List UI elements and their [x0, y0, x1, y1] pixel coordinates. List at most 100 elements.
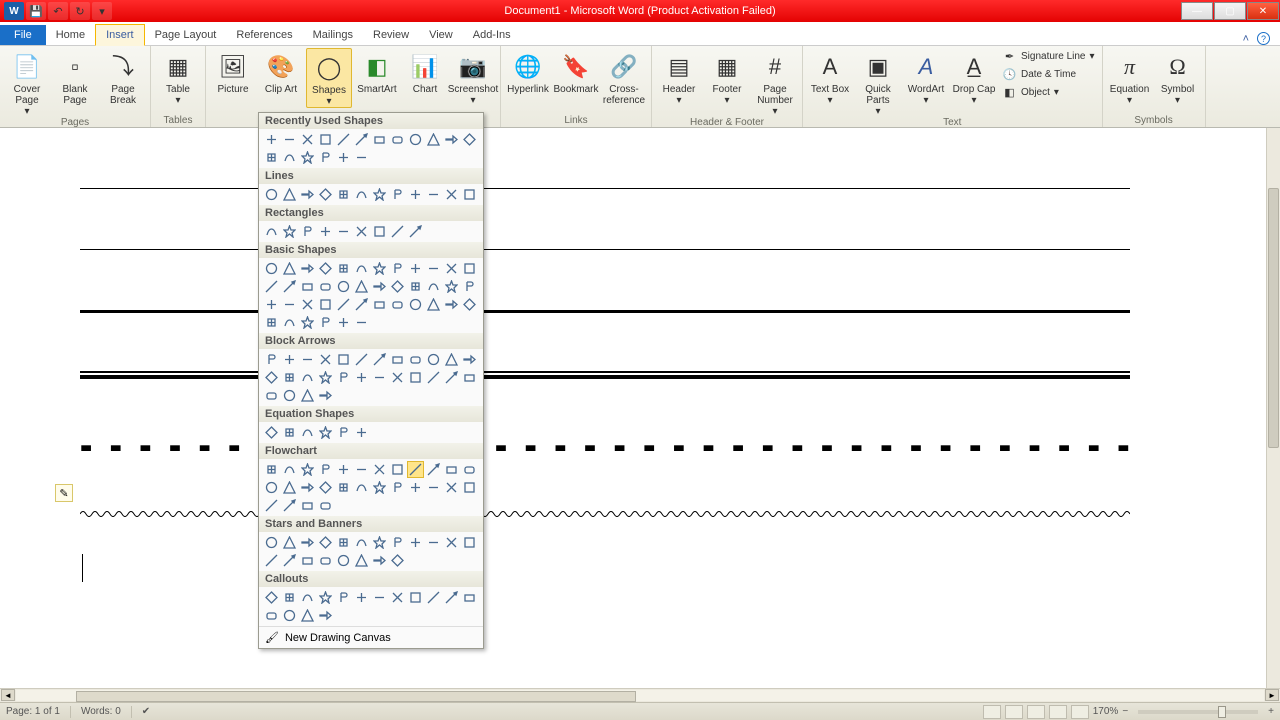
shape-callouts-11[interactable]	[461, 589, 478, 606]
drop-cap-button[interactable]: A̲Drop Cap▾	[951, 48, 997, 106]
shape-block_arrows-24[interactable]	[263, 387, 280, 404]
tab-review[interactable]: Review	[363, 25, 419, 45]
shape-flowchart-23[interactable]	[461, 479, 478, 496]
picture-button[interactable]: 🖼Picture	[210, 48, 256, 95]
shape-stars-12[interactable]	[263, 552, 280, 569]
shape-recently_used-7[interactable]	[389, 131, 406, 148]
shape-flowchart-22[interactable]	[443, 479, 460, 496]
shape-callouts-9[interactable]	[425, 589, 442, 606]
shape-block_arrows-26[interactable]	[299, 387, 316, 404]
shape-lines-10[interactable]	[443, 186, 460, 203]
shape-lines-8[interactable]	[407, 186, 424, 203]
shape-rectangles-3[interactable]	[317, 223, 334, 240]
shape-flowchart-16[interactable]	[335, 479, 352, 496]
shape-recently_used-5[interactable]	[353, 131, 370, 148]
autocorrect-options-tag[interactable]: ✎	[55, 484, 73, 502]
smartart-button[interactable]: ◧SmartArt	[354, 48, 400, 95]
shape-callouts-10[interactable]	[443, 589, 460, 606]
close-button[interactable]: ✕	[1247, 2, 1279, 20]
screenshot-button[interactable]: 📷Screenshot▾	[450, 48, 496, 106]
draft-view[interactable]	[1071, 705, 1089, 719]
shape-block_arrows-21[interactable]	[425, 369, 442, 386]
shape-flowchart-1[interactable]	[281, 461, 298, 478]
shape-basic-34[interactable]	[443, 296, 460, 313]
shape-flowchart-25[interactable]	[281, 497, 298, 514]
page-number-button[interactable]: #Page Number▾	[752, 48, 798, 117]
zoom-level[interactable]: 170%	[1093, 706, 1119, 717]
shape-block_arrows-23[interactable]	[461, 369, 478, 386]
shape-basic-18[interactable]	[371, 278, 388, 295]
shape-flowchart-15[interactable]	[317, 479, 334, 496]
shape-block_arrows-10[interactable]	[443, 351, 460, 368]
shape-recently_used-16[interactable]	[335, 149, 352, 166]
shape-recently_used-9[interactable]	[425, 131, 442, 148]
shape-flowchart-8[interactable]	[407, 461, 424, 478]
text-box-button[interactable]: AText Box▾	[807, 48, 853, 106]
shape-recently_used-14[interactable]	[299, 149, 316, 166]
shape-basic-38[interactable]	[299, 314, 316, 331]
shape-block_arrows-22[interactable]	[443, 369, 460, 386]
shape-lines-6[interactable]	[371, 186, 388, 203]
zoom-slider[interactable]	[1138, 710, 1258, 714]
shapes-button[interactable]: ◯Shapes▾	[306, 48, 352, 108]
shape-basic-24[interactable]	[263, 296, 280, 313]
help-icon[interactable]: ?	[1257, 32, 1270, 45]
bookmark-button[interactable]: 🔖Bookmark	[553, 48, 599, 95]
shape-flowchart-7[interactable]	[389, 461, 406, 478]
shape-stars-6[interactable]	[371, 534, 388, 551]
shape-lines-11[interactable]	[461, 186, 478, 203]
shape-callouts-6[interactable]	[371, 589, 388, 606]
shape-callouts-1[interactable]	[281, 589, 298, 606]
shape-basic-30[interactable]	[371, 296, 388, 313]
shape-block_arrows-7[interactable]	[389, 351, 406, 368]
horizontal-scroll-thumb[interactable]	[76, 691, 636, 702]
symbol-button[interactable]: ΩSymbol▾	[1155, 48, 1201, 106]
cover-page-button[interactable]: 📄Cover Page▾	[4, 48, 50, 117]
redo-button[interactable]: ↻	[70, 2, 90, 20]
shape-block_arrows-20[interactable]	[407, 369, 424, 386]
shape-flowchart-13[interactable]	[281, 479, 298, 496]
shape-block_arrows-3[interactable]	[317, 351, 334, 368]
shape-rectangles-7[interactable]	[389, 223, 406, 240]
save-button[interactable]: 💾	[26, 2, 46, 20]
shape-flowchart-9[interactable]	[425, 461, 442, 478]
shape-recently_used-2[interactable]	[299, 131, 316, 148]
shape-basic-31[interactable]	[389, 296, 406, 313]
horizontal-scrollbar[interactable]: ◄ ►	[0, 688, 1280, 702]
shape-callouts-8[interactable]	[407, 589, 424, 606]
qat-customize[interactable]: ▾	[92, 2, 112, 20]
shape-basic-7[interactable]	[389, 260, 406, 277]
shape-stars-5[interactable]	[353, 534, 370, 551]
shape-callouts-2[interactable]	[299, 589, 316, 606]
shape-stars-11[interactable]	[461, 534, 478, 551]
shape-flowchart-26[interactable]	[299, 497, 316, 514]
footer-button[interactable]: ▦Footer▾	[704, 48, 750, 106]
shape-basic-13[interactable]	[281, 278, 298, 295]
shape-basic-11[interactable]	[461, 260, 478, 277]
shape-basic-23[interactable]	[461, 278, 478, 295]
shape-rectangles-6[interactable]	[371, 223, 388, 240]
shape-basic-12[interactable]	[263, 278, 280, 295]
tab-insert[interactable]: Insert	[95, 24, 145, 46]
shape-basic-26[interactable]	[299, 296, 316, 313]
shape-block_arrows-27[interactable]	[317, 387, 334, 404]
shape-callouts-14[interactable]	[299, 607, 316, 624]
wordart-button[interactable]: AWordArt▾	[903, 48, 949, 106]
shape-basic-5[interactable]	[353, 260, 370, 277]
maximize-button[interactable]: ▢	[1214, 2, 1246, 20]
shape-basic-35[interactable]	[461, 296, 478, 313]
shape-block_arrows-16[interactable]	[335, 369, 352, 386]
shape-callouts-13[interactable]	[281, 607, 298, 624]
table-button[interactable]: ▦Table▾	[155, 48, 201, 106]
shape-flowchart-0[interactable]	[263, 461, 280, 478]
shape-stars-13[interactable]	[281, 552, 298, 569]
tab-mailings[interactable]: Mailings	[303, 25, 363, 45]
shape-basic-25[interactable]	[281, 296, 298, 313]
shape-lines-0[interactable]	[263, 186, 280, 203]
shape-equation-1[interactable]	[281, 424, 298, 441]
shape-lines-2[interactable]	[299, 186, 316, 203]
shape-recently_used-1[interactable]	[281, 131, 298, 148]
shape-basic-16[interactable]	[335, 278, 352, 295]
shape-stars-15[interactable]	[317, 552, 334, 569]
proofing-icon[interactable]: ✔	[142, 706, 150, 717]
